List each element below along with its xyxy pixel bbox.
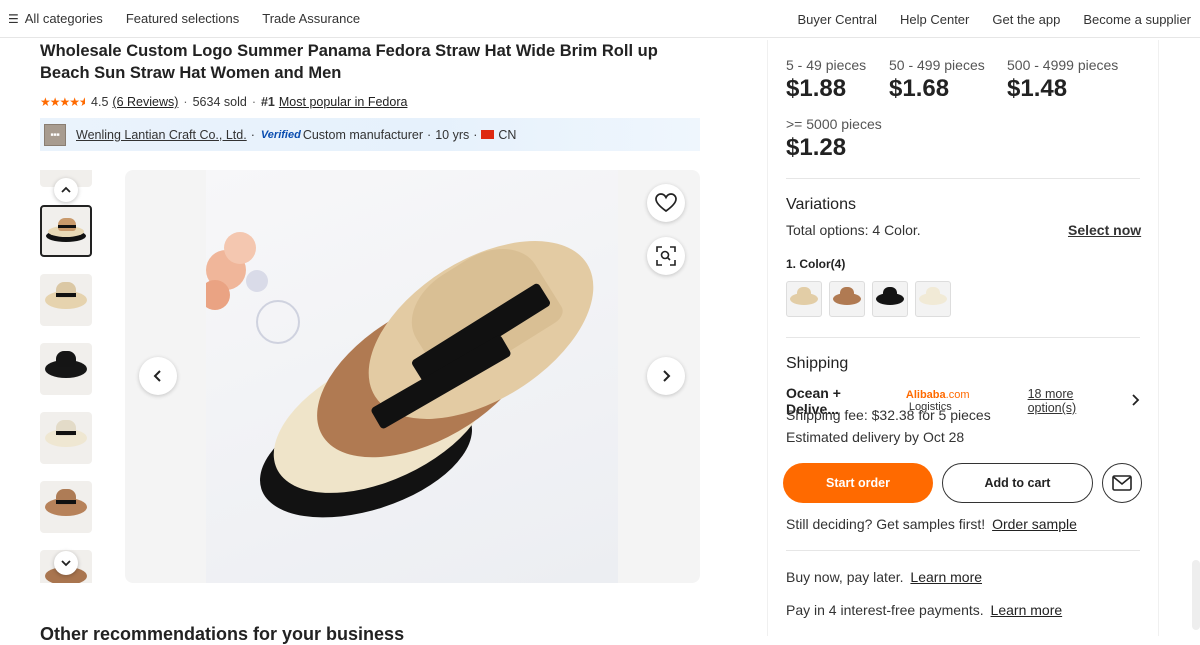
shipping-title: Shipping (786, 355, 849, 372)
product-title: Wholesale Custom Logo Summer Panama Fedo… (40, 42, 658, 82)
separator: · (427, 127, 432, 142)
thumbnail-strip (40, 170, 92, 583)
thumbnail[interactable] (40, 274, 92, 326)
supplier-logo[interactable]: ■■■ (44, 123, 66, 146)
separator: · (473, 127, 478, 142)
rating-row: ★★★★★ 4.5 (6 Reviews) · 5634 sold · #1 M… (40, 95, 407, 109)
divider (786, 550, 1140, 551)
price-tier: 5 - 49 pieces $1.88 (786, 57, 866, 103)
separator: · (183, 95, 188, 109)
chevron-right-icon[interactable] (1130, 393, 1140, 409)
installments-learn-more-link[interactable]: Learn more (991, 602, 1063, 618)
samples-text: Still deciding? Get samples first! (786, 516, 986, 532)
image-search-icon[interactable] (647, 237, 685, 275)
page-scrollbar[interactable] (1192, 560, 1200, 630)
variations-title: Variations (786, 196, 856, 213)
contact-supplier-button[interactable] (1102, 463, 1142, 503)
nav-all-categories-label: All categories (24, 11, 103, 26)
supplier-type: Custom manufacturer (302, 127, 424, 142)
price-tier: 500 - 4999 pieces $1.48 (1007, 57, 1118, 103)
thumbnail[interactable] (40, 412, 92, 464)
thumbnail[interactable] (40, 481, 92, 533)
more-shipping-options-link[interactable]: 18 more option(s) (1028, 387, 1124, 415)
verified-badge: Verified (260, 128, 301, 141)
reviews-link[interactable]: (6 Reviews) (112, 95, 178, 109)
variations-total: Total options: 4 Color. (786, 222, 921, 238)
chevron-left-icon[interactable] (139, 357, 177, 395)
add-to-cart-button[interactable]: Add to cart (942, 463, 1093, 503)
tier-price: $1.68 (889, 75, 950, 102)
tier-quantity: >= 5000 pieces (786, 116, 882, 132)
tier-price: $1.28 (786, 134, 847, 161)
variations-total-label: Total options: (786, 222, 869, 238)
chevron-right-icon[interactable] (647, 357, 685, 395)
supplier-years: 10 yrs (435, 127, 470, 142)
price-tier: 50 - 499 pieces $1.68 (889, 57, 985, 103)
nav-trade-assurance[interactable]: Trade Assurance (262, 11, 360, 26)
nav-get-the-app[interactable]: Get the app (992, 12, 1060, 27)
tier-quantity: 50 - 499 pieces (889, 57, 985, 73)
divider (786, 337, 1140, 338)
recommendations-heading: Other recommendations for your business (40, 624, 405, 644)
samples-row: Still deciding? Get samples first! Order… (786, 516, 1077, 532)
bnpl-text: Buy now, pay later. (786, 569, 904, 585)
thumbnail[interactable] (40, 343, 92, 395)
chevron-down-icon[interactable] (54, 551, 78, 575)
rating-value: 4.5 (91, 95, 109, 109)
supplier-name-link[interactable]: Wenling Lantian Craft Co., Ltd. (76, 128, 247, 142)
color-swatch[interactable] (829, 281, 865, 317)
tier-price: $1.48 (1007, 75, 1068, 102)
thumbnail-active[interactable] (40, 205, 92, 257)
divider (786, 178, 1140, 179)
rank-badge: #1 (260, 95, 275, 109)
start-order-button[interactable]: Start order (783, 463, 933, 503)
separator: · (250, 127, 255, 142)
nav-featured-selections[interactable]: Featured selections (126, 11, 239, 26)
color-swatch[interactable] (872, 281, 908, 317)
nav-buyer-central[interactable]: Buyer Central (798, 12, 877, 27)
bnpl-learn-more-link[interactable]: Learn more (910, 569, 982, 585)
menu-icon: ☰ (8, 11, 19, 26)
product-photo (206, 170, 618, 583)
sold-count: 5634 sold (192, 95, 247, 109)
separator: · (251, 95, 256, 109)
nav-help-center[interactable]: Help Center (900, 12, 969, 27)
top-nav: ☰ All categories Featured selections Tra… (0, 0, 1200, 38)
rank-link[interactable]: Most popular in Fedora (279, 95, 408, 109)
variations-total-value: 4 Color. (872, 222, 921, 238)
nav-all-categories[interactable]: ☰ All categories (8, 11, 103, 26)
supplier-bar: ■■■ Wenling Lantian Craft Co., Ltd. · Ve… (40, 118, 700, 151)
heart-icon[interactable] (647, 184, 685, 222)
color-swatch[interactable] (915, 281, 951, 317)
tier-quantity: 5 - 49 pieces (786, 57, 867, 73)
tier-quantity: 500 - 4999 pieces (1007, 57, 1119, 73)
rating-stars-icon: ★★★★★ (40, 95, 86, 109)
china-flag-icon (481, 130, 495, 139)
installments-row: Pay in 4 interest-free payments. Learn m… (786, 602, 1062, 618)
mail-icon (1112, 475, 1132, 491)
price-tier: >= 5000 pieces $1.28 (786, 116, 882, 162)
color-swatch[interactable] (786, 281, 822, 317)
color-label: 1. Color(4) (786, 257, 846, 271)
estimated-delivery: Estimated delivery by Oct 28 (786, 429, 965, 445)
chevron-up-icon[interactable] (54, 178, 78, 202)
supplier-country: CN (498, 127, 517, 142)
bnpl-row: Buy now, pay later. Learn more (786, 569, 982, 585)
order-sample-link[interactable]: Order sample (992, 516, 1077, 532)
nav-become-supplier[interactable]: Become a supplier (1083, 12, 1191, 27)
installments-text: Pay in 4 interest-free payments. (786, 602, 984, 618)
main-product-image[interactable] (125, 170, 700, 583)
tier-price: $1.88 (786, 75, 847, 102)
shipping-fee: Shipping fee: $32.38 for 5 pieces (786, 407, 991, 423)
select-now-link[interactable]: Select now (1068, 222, 1141, 238)
